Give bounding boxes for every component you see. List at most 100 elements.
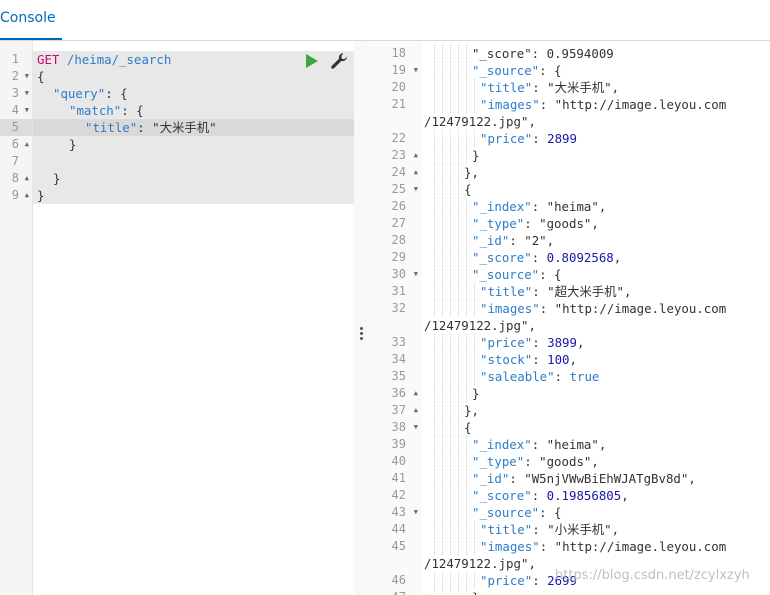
indent-guide	[458, 198, 459, 215]
indent-guide	[442, 368, 443, 385]
response-line-number: 19 ▼	[391, 62, 418, 79]
response-line[interactable]: "_id": "2",	[472, 232, 554, 249]
indent-guide	[434, 521, 435, 538]
request-line-number: 7	[11, 154, 19, 168]
wrench-icon[interactable]	[330, 52, 348, 70]
request-editor[interactable]: 1 2 ▼ 3 ▼ 4 ▼ 5 6 ▲ 7 8 ▲ 9 ▲ GET /heima/_search { "qu…	[0, 41, 354, 595]
response-line[interactable]: "_index": "heima",	[472, 198, 606, 215]
request-line-number: 1	[11, 52, 19, 66]
indent-guide	[458, 351, 459, 368]
indent-guide	[450, 589, 451, 595]
indent-guide	[474, 300, 475, 317]
response-line-number: 29	[391, 250, 406, 264]
response-line[interactable]: "images": "http://image.leyou.com	[480, 538, 726, 555]
indent-guide	[474, 334, 475, 351]
response-line[interactable]: }	[472, 589, 479, 595]
fold-toggle-icon[interactable]: ▼	[25, 102, 29, 119]
response-line[interactable]: "_id": "W5njVWwBiEhWJATgBv8d",	[472, 470, 696, 487]
response-line[interactable]: /12479122.jpg",	[424, 555, 536, 572]
fold-toggle-icon[interactable]: ▲	[414, 147, 418, 164]
request-line-3[interactable]: "query": {	[53, 85, 128, 102]
response-line[interactable]: /12479122.jpg",	[424, 113, 536, 130]
fold-toggle-icon[interactable]: ▲	[414, 589, 418, 595]
response-line[interactable]: "price": 3899,	[480, 334, 584, 351]
response-line[interactable]: "saleable": true	[480, 368, 599, 385]
indent-guide	[450, 470, 451, 487]
response-line[interactable]: },	[464, 164, 479, 181]
request-line-1[interactable]: GET /heima/_search	[37, 51, 171, 68]
fold-toggle-icon[interactable]: ▲	[25, 170, 29, 187]
response-line[interactable]: },	[464, 402, 479, 419]
request-line-6[interactable]: }	[69, 136, 76, 153]
fold-toggle-icon[interactable]: ▼	[25, 85, 29, 102]
indent-guide	[450, 198, 451, 215]
indent-guide	[466, 198, 467, 215]
response-line[interactable]: "images": "http://image.leyou.com	[480, 96, 726, 113]
response-line-number: 37 ▲	[391, 402, 418, 419]
fold-toggle-icon[interactable]: ▲	[414, 402, 418, 419]
indent-guide	[458, 419, 459, 436]
response-line-number	[370, 317, 422, 334]
response-line[interactable]: "images": "http://image.leyou.com	[480, 300, 726, 317]
resize-handle-icon[interactable]	[360, 327, 364, 342]
indent-guide	[434, 385, 435, 402]
indent-guide	[458, 572, 459, 589]
response-line[interactable]: "_source": {	[472, 62, 562, 79]
response-line[interactable]: "_score": 0.9594009	[472, 45, 614, 62]
fold-toggle-icon[interactable]: ▼	[414, 419, 418, 436]
indent-guide	[466, 62, 467, 79]
response-line[interactable]: "title": "大米手机",	[480, 79, 619, 96]
response-line[interactable]: }	[472, 385, 479, 402]
indent-guide	[434, 351, 435, 368]
response-line-number: 23 ▲	[391, 147, 418, 164]
request-path: /heima/_search	[66, 52, 172, 67]
response-line[interactable]: "title": "超大米手机",	[480, 283, 631, 300]
indent-guide	[466, 521, 467, 538]
fold-toggle-icon[interactable]: ▼	[414, 62, 418, 79]
indent-guide	[442, 62, 443, 79]
response-line[interactable]: "price": 2899	[480, 130, 577, 147]
request-line-8[interactable]: }	[53, 170, 60, 187]
indent-guide	[466, 351, 467, 368]
response-line[interactable]: "_score": 0.8092568,	[472, 249, 621, 266]
tab-console[interactable]: Console	[0, 0, 62, 40]
response-line[interactable]: /12479122.jpg",	[424, 317, 536, 334]
pane-resizer[interactable]	[354, 41, 370, 595]
indent-guide	[450, 96, 451, 113]
indent-guide	[458, 62, 459, 79]
response-line[interactable]: }	[472, 147, 479, 164]
request-line-number: 2 ▼	[11, 68, 29, 85]
fold-toggle-icon[interactable]: ▲	[414, 164, 418, 181]
response-line-number: 46	[391, 573, 406, 587]
indent-guide	[466, 385, 467, 402]
response-line[interactable]: "_source": {	[472, 266, 562, 283]
response-line[interactable]: "title": "小米手机",	[480, 521, 619, 538]
indent-guide	[434, 266, 435, 283]
indent-guide	[474, 96, 475, 113]
request-line-4[interactable]: "match": {	[69, 102, 144, 119]
fold-toggle-icon[interactable]: ▼	[414, 266, 418, 283]
fold-toggle-icon[interactable]: ▲	[414, 385, 418, 402]
response-line[interactable]: {	[464, 181, 471, 198]
indent-guide	[466, 300, 467, 317]
indent-guide	[466, 572, 467, 589]
request-line-9[interactable]: }	[37, 187, 44, 204]
response-line[interactable]: "_score": 0.19856805,	[472, 487, 629, 504]
fold-toggle-icon[interactable]: ▲	[25, 187, 29, 204]
response-output[interactable]: 18 "_score": 0.9594009 19 ▼ "_source": {20 "t…	[370, 41, 770, 595]
response-line[interactable]: "_type": "goods",	[472, 215, 599, 232]
fold-toggle-icon[interactable]: ▼	[25, 68, 29, 85]
response-line[interactable]: "stock": 100,	[480, 351, 577, 368]
response-line[interactable]: "_source": {	[472, 504, 562, 521]
request-line-5[interactable]: "title": "大米手机"	[85, 119, 217, 136]
play-icon[interactable]	[306, 54, 318, 68]
response-line[interactable]: {	[464, 419, 471, 436]
fold-toggle-icon[interactable]: ▲	[25, 136, 29, 153]
response-line[interactable]: "_type": "goods",	[472, 453, 599, 470]
indent-guide	[458, 402, 459, 419]
response-line[interactable]: "_index": "heima",	[472, 436, 606, 453]
fold-toggle-icon[interactable]: ▼	[414, 504, 418, 521]
request-line-2[interactable]: {	[37, 68, 44, 85]
indent-guide	[434, 181, 435, 198]
fold-toggle-icon[interactable]: ▼	[414, 181, 418, 198]
